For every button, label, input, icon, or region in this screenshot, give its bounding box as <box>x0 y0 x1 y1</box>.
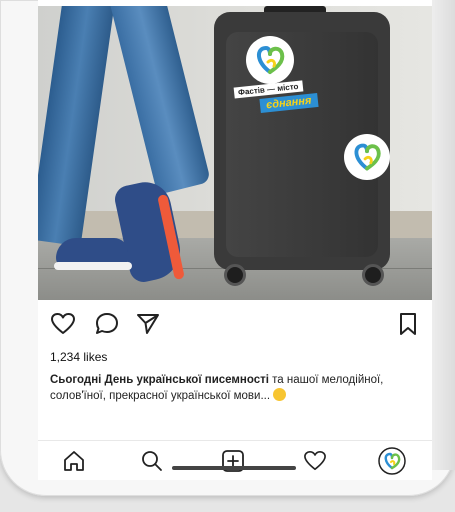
suitcase-wheel <box>362 264 384 286</box>
search-icon[interactable] <box>140 449 164 478</box>
add-post-icon[interactable] <box>221 449 245 478</box>
comment-icon[interactable] <box>94 312 120 341</box>
smile-emoji-icon <box>273 388 287 401</box>
right-leg <box>108 6 211 195</box>
city-logo-sticker <box>344 134 390 180</box>
home-indicator <box>172 466 296 470</box>
activity-heart-icon[interactable] <box>302 450 328 477</box>
home-icon[interactable] <box>62 450 86 477</box>
post-image[interactable]: Фастів — місто єднання <box>38 6 432 300</box>
post-actions <box>38 304 432 344</box>
suitcase-wheel <box>224 264 246 286</box>
city-logo-sticker <box>246 36 294 84</box>
instagram-post-screen: Фастів — місто єднання 1,234 likes Сього… <box>38 0 432 480</box>
left-sneaker-sole <box>54 262 132 270</box>
likes-count[interactable]: 1,234 likes <box>50 350 107 364</box>
heart-icon[interactable] <box>50 312 76 341</box>
bottom-nav-bar <box>38 440 432 480</box>
profile-avatar[interactable] <box>378 447 406 480</box>
post-caption: Сьогодні День української писемності та … <box>50 372 422 404</box>
bookmark-icon[interactable] <box>398 312 418 341</box>
caption-bold: Сьогодні День української писемності <box>50 374 269 386</box>
send-icon[interactable] <box>136 313 160 340</box>
